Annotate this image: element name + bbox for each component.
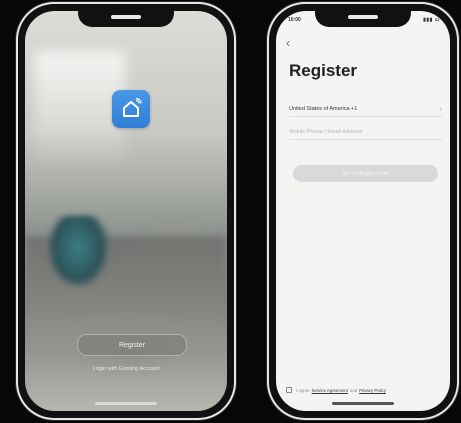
agreement-checkbox[interactable]: [286, 387, 292, 393]
home-indicator: [332, 402, 394, 405]
service-agreement-link[interactable]: Service Agreement: [312, 388, 348, 393]
country-value: United States of America +1: [289, 106, 358, 112]
phone-email-input[interactable]: Mobile Phone / Email Address: [289, 125, 442, 140]
agreement-row: I Agree Service Agreement and Privacy Po…: [286, 387, 444, 393]
phone-right: 10:00 ▮▮▮ ▭ ‹ Register United States of …: [269, 4, 457, 418]
screenshot-stage: Register Login with Existing Account 10:…: [0, 0, 461, 423]
welcome-screen: Register Login with Existing Account: [25, 11, 227, 411]
phone-left: Register Login with Existing Account: [18, 4, 234, 418]
chevron-right-icon: ›: [439, 105, 442, 113]
register-screen: 10:00 ▮▮▮ ▭ ‹ Register United States of …: [276, 11, 450, 411]
page-title: Register: [289, 61, 358, 80]
country-selector[interactable]: United States of America +1 ›: [289, 102, 442, 117]
chevron-left-icon[interactable]: ‹: [286, 37, 290, 49]
home-indicator: [95, 402, 157, 405]
house-icon: [123, 97, 142, 117]
agreement-and: and: [349, 387, 358, 393]
register-button[interactable]: Register: [77, 334, 187, 356]
privacy-policy-link[interactable]: Privacy Policy: [359, 388, 386, 393]
get-verification-code-button[interactable]: Get Verification Code: [293, 165, 438, 182]
login-existing-account-link[interactable]: Login with Existing Account: [25, 366, 227, 372]
phone-email-placeholder: Mobile Phone / Email Address: [289, 129, 363, 135]
agreement-prefix: I Agree: [296, 387, 310, 393]
speaker-grille: [111, 15, 141, 19]
status-bar: 10:00 ▮▮▮ ▭: [288, 17, 440, 25]
home-app-icon: [112, 90, 150, 128]
status-time: 10:00: [288, 17, 301, 23]
signal-battery-icon: ▮▮▮ ▭: [423, 17, 440, 23]
background-figure: [49, 216, 107, 286]
phone-notch: [78, 11, 174, 27]
